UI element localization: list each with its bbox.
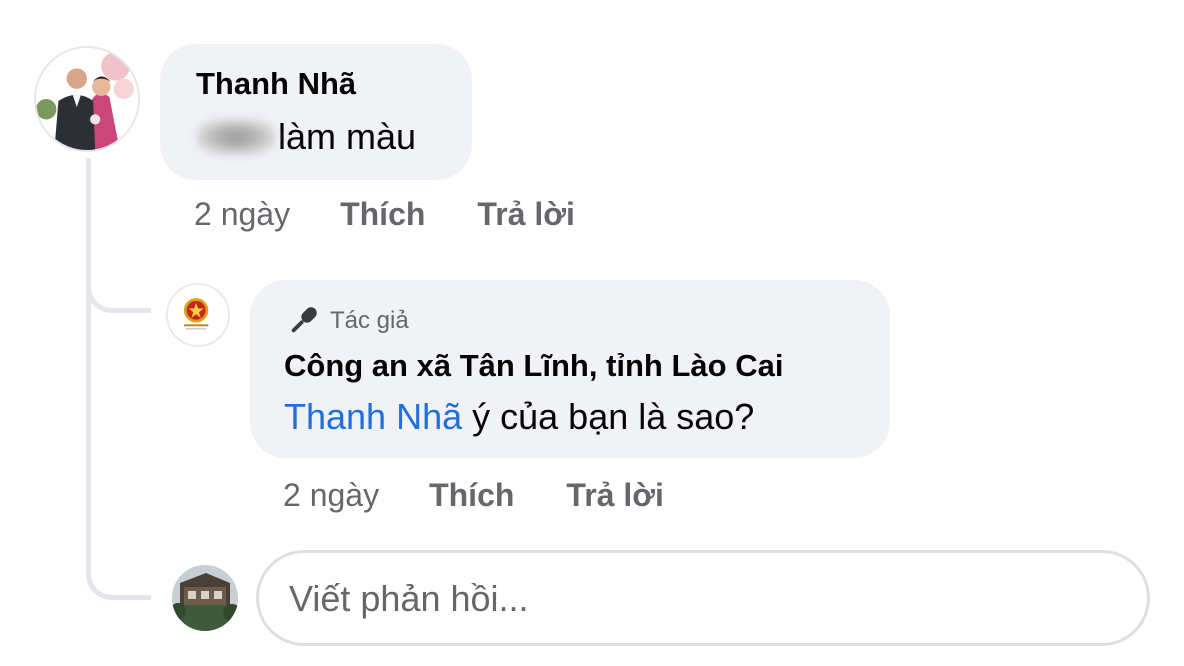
police-emblem-icon	[168, 285, 228, 345]
reply-time[interactable]: 2 ngày	[283, 477, 379, 514]
comment-actions: 2 ngày Thích Trả lời	[194, 196, 627, 233]
reply-button[interactable]: Trả lời	[477, 196, 574, 233]
reply-actions: 2 ngày Thích Trả lời	[283, 477, 716, 514]
reply-button[interactable]: Trả lời	[566, 477, 663, 514]
comment-bubble: Thanh Nhã làm màu	[160, 44, 472, 180]
reply-bubble: Tác giả Công an xã Tân Lĩnh, tỉnh Lào Ca…	[250, 280, 890, 458]
blurred-word	[196, 119, 276, 155]
like-button[interactable]: Thích	[340, 196, 425, 233]
current-user-avatar[interactable]	[172, 565, 238, 631]
author-badge: Tác giả	[284, 302, 409, 340]
commenter-avatar[interactable]	[34, 46, 140, 152]
microphone-icon	[291, 307, 317, 333]
reply-input[interactable]	[289, 575, 1109, 623]
like-button[interactable]: Thích	[429, 477, 514, 514]
reply-text-content: ý của bạn là sao?	[462, 396, 755, 437]
reply-author-name[interactable]: Công an xã Tân Lĩnh, tỉnh Lào Cai	[284, 348, 783, 384]
comment-text: làm màu	[196, 116, 416, 158]
comment-time[interactable]: 2 ngày	[194, 196, 290, 233]
mention-link[interactable]: Thanh Nhã	[284, 396, 462, 437]
author-badge-label: Tác giả	[330, 307, 409, 334]
reply-composer[interactable]	[256, 550, 1150, 646]
reply-text: Thanh Nhã ý của bạn là sao?	[284, 396, 754, 438]
thread-branch	[86, 270, 151, 313]
author-avatar[interactable]	[166, 283, 230, 347]
comment-text-content: làm màu	[278, 116, 417, 157]
thread-line	[86, 158, 91, 578]
thread-branch	[86, 540, 151, 600]
comment-author-name[interactable]: Thanh Nhã	[196, 66, 356, 102]
